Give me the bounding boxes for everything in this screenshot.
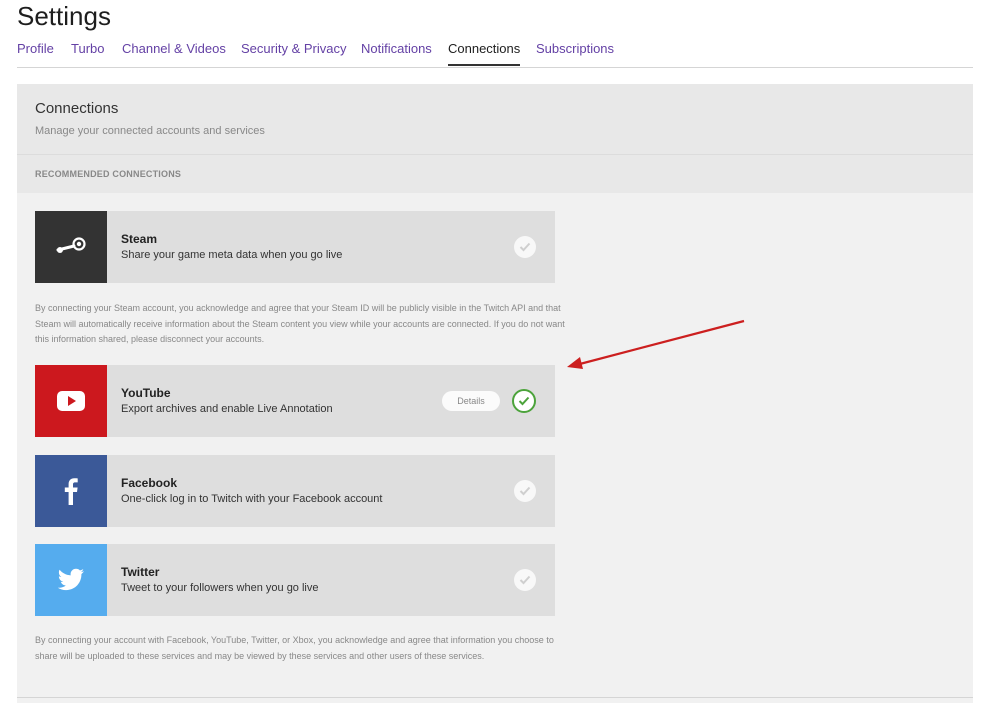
connection-name: Twitter: [121, 565, 160, 579]
connection-name: Facebook: [121, 476, 178, 490]
section-label: RECOMMENDED CONNECTIONS: [35, 169, 182, 179]
tab-profile[interactable]: Profile: [17, 40, 54, 57]
facebook-icon: [64, 478, 78, 505]
connection-steam: Steam Share your game meta data when you…: [35, 211, 555, 283]
tab-channel-videos[interactable]: Channel & Videos: [122, 40, 226, 57]
connection-description: Share your game meta data when you go li…: [121, 249, 343, 261]
section-header: RECOMMENDED CONNECTIONS: [17, 155, 973, 193]
panel-title: Connections: [35, 100, 119, 117]
connections-notice: By connecting your account with Facebook…: [35, 635, 554, 661]
tab-subscriptions[interactable]: Subscriptions: [536, 40, 614, 57]
checkmark-icon: [519, 486, 531, 496]
connect-toggle[interactable]: [514, 569, 536, 591]
connections-panel: Connections Manage your connected accoun…: [17, 84, 973, 703]
tab-connections[interactable]: Connections: [448, 40, 521, 66]
twitter-bird-icon: [57, 568, 84, 591]
tab-notifications[interactable]: Notifications: [361, 40, 432, 57]
connection-facebook: Facebook One-click log in to Twitch with…: [35, 455, 555, 527]
connection-description: One-click log in to Twitch with your Fac…: [121, 493, 383, 505]
connection-twitter: Twitter Tweet to your followers when you…: [35, 544, 555, 616]
annotation-arrow-icon: [567, 319, 745, 369]
tab-turbo[interactable]: Turbo: [71, 40, 104, 57]
panel-subtitle: Manage your connected accounts and servi…: [35, 125, 265, 137]
panel-bottom-border: [17, 697, 973, 698]
connected-toggle[interactable]: [512, 389, 536, 413]
panel-header: Connections Manage your connected accoun…: [17, 84, 973, 155]
connect-toggle[interactable]: [514, 480, 536, 502]
connection-name: YouTube: [121, 386, 171, 400]
tab-security-privacy[interactable]: Security & Privacy: [241, 40, 346, 57]
steam-icon: [56, 237, 86, 253]
youtube-logo: [35, 365, 107, 437]
youtube-play-icon: [57, 391, 85, 411]
checkmark-icon: [519, 575, 531, 585]
page-title: Settings: [17, 1, 111, 31]
connection-description: Tweet to your followers when you go live: [121, 582, 319, 594]
connection-name: Steam: [121, 232, 158, 246]
steam-notice: By connecting your Steam account, you ac…: [35, 303, 565, 344]
connect-toggle[interactable]: [514, 236, 536, 258]
connection-youtube: YouTube Export archives and enable Live …: [35, 365, 555, 437]
twitter-logo: [35, 544, 107, 616]
steam-logo: [35, 211, 107, 283]
checkmark-icon: [519, 242, 531, 252]
details-button[interactable]: Details: [442, 391, 500, 411]
settings-tabs: Profile Turbo Channel & Videos Security …: [17, 40, 973, 68]
connection-description: Export archives and enable Live Annotati…: [121, 403, 333, 415]
facebook-logo: [35, 455, 107, 527]
checkmark-icon: [518, 396, 530, 406]
